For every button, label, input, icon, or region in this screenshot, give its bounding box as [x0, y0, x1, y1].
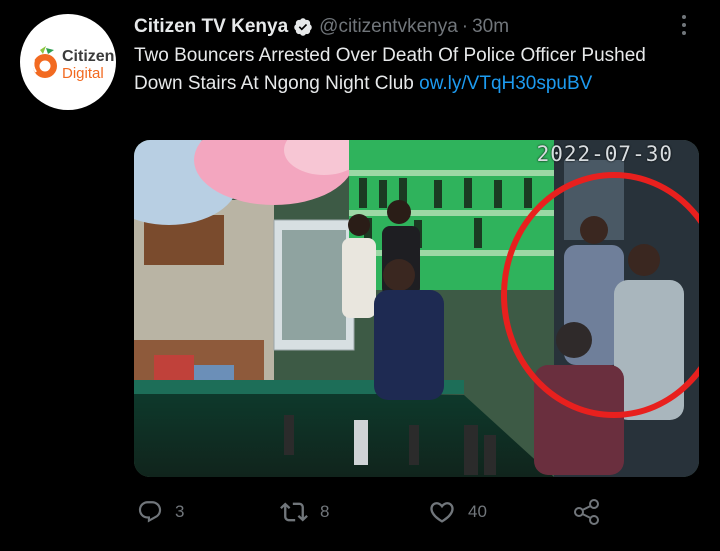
- cctv-still-image: [134, 140, 699, 477]
- tweet-header: Citizen TV Kenya @citizentvkenya · 30m: [134, 14, 509, 40]
- reply-count: 3: [175, 502, 185, 521]
- avatar-brand: Citizen Digital: [62, 48, 114, 83]
- avatar-brand-line1: Citizen: [62, 48, 115, 65]
- retweet-count: 8: [320, 502, 330, 521]
- timestamp[interactable]: 30m: [472, 16, 509, 38]
- media-timestamp: 2022-07-30: [536, 142, 673, 166]
- avatar[interactable]: Citizen Digital: [20, 14, 116, 110]
- verified-badge-icon: [294, 18, 312, 36]
- tweet-media[interactable]: 2022-07-30: [134, 140, 699, 477]
- author-handle[interactable]: @citizentvkenya: [319, 16, 458, 38]
- share-button[interactable]: [572, 492, 602, 532]
- share-icon: [574, 499, 599, 525]
- separator-dot: ·: [461, 16, 469, 37]
- author-name[interactable]: Citizen TV Kenya: [134, 16, 288, 38]
- tweet-text: Two Bouncers Arrested Over Death Of Poli…: [134, 42, 694, 98]
- retweet-icon: [280, 502, 308, 522]
- reply-button[interactable]: 3: [137, 492, 184, 532]
- tweet-link[interactable]: ow.ly/​VTqH30spuBV: [419, 73, 592, 94]
- tweet-actions: 3 8 40: [0, 492, 720, 532]
- more-options-icon[interactable]: [676, 12, 692, 38]
- like-icon: [430, 502, 454, 523]
- like-button[interactable]: 40: [428, 492, 487, 532]
- reply-icon: [138, 501, 162, 523]
- citizen-logo-icon: [32, 46, 57, 78]
- like-count: 40: [468, 502, 487, 521]
- avatar-brand-line2: Digital: [62, 65, 104, 82]
- retweet-button[interactable]: 8: [280, 492, 329, 532]
